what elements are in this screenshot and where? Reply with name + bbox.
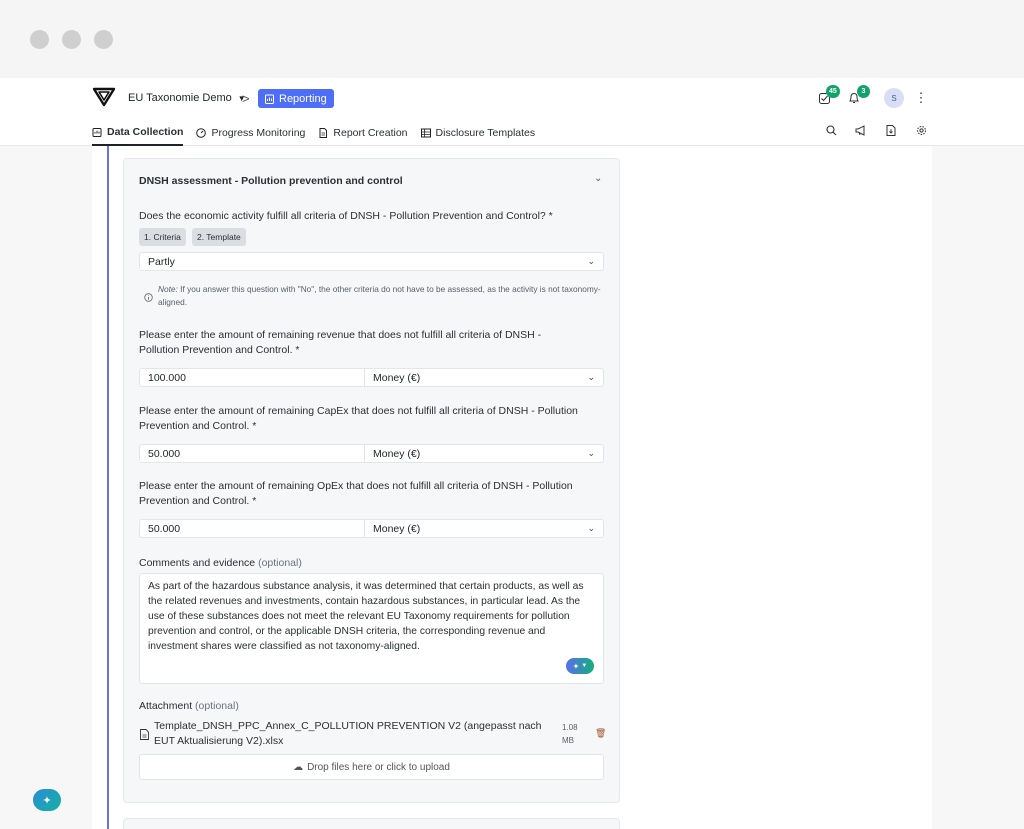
- input-value: 50.000: [148, 522, 181, 535]
- sparkle-icon: ✦: [572, 661, 580, 671]
- comments-label-text: Comments and evidence: [139, 557, 256, 569]
- dnsh-assessment-card: DNSH assessment - Pollution prevention a…: [123, 158, 620, 803]
- tab-label: Report Creation: [333, 127, 408, 139]
- chevron-down-icon: ⌄: [587, 523, 595, 533]
- notifications-button[interactable]: 3: [848, 85, 870, 104]
- search-button[interactable]: [826, 125, 837, 136]
- attachment-file-link[interactable]: Template_DNSH_PPC_Annex_C_POLLUTION PREV…: [154, 719, 544, 749]
- question-revenue: Please enter the amount of remaining rev…: [139, 329, 542, 356]
- note-label: Note:: [158, 284, 178, 294]
- optional-hint: (optional): [258, 557, 302, 569]
- tab-label: Progress Monitoring: [211, 127, 306, 139]
- question-capex: Please enter the amount of remaining Cap…: [139, 405, 578, 432]
- input-value: 100.000: [148, 371, 186, 384]
- reporting-module-button[interactable]: Reporting: [258, 89, 334, 108]
- tab-label: Disclosure Templates: [435, 127, 536, 139]
- org-switcher[interactable]: EU Taxonomie Demo ▼: [128, 92, 246, 104]
- file-dropzone[interactable]: ☁ Drop files here or click to upload: [139, 754, 604, 780]
- logo-icon[interactable]: [92, 87, 116, 107]
- template-chip[interactable]: 2. Template: [192, 228, 246, 246]
- optional-hint: (optional): [195, 700, 239, 712]
- attachment-label: Attachment (optional): [139, 699, 239, 714]
- chevron-down-icon: ⌄: [587, 256, 595, 266]
- tab-label: Data Collection: [107, 126, 184, 138]
- unit-value: Money (€): [373, 371, 421, 384]
- unit-value: Money (€): [373, 522, 421, 535]
- announcements-button[interactable]: [855, 125, 867, 136]
- comments-textarea[interactable]: As part of the hazardous substance analy…: [139, 573, 604, 684]
- revenue-unit-select[interactable]: Money (€) ⌄: [364, 368, 604, 387]
- comments-text: As part of the hazardous substance analy…: [148, 581, 584, 652]
- tab-progress-monitoring[interactable]: Progress Monitoring: [196, 124, 305, 146]
- gear-icon: [917, 126, 926, 135]
- criteria-chip[interactable]: 1. Criteria: [139, 228, 186, 246]
- report-icon: [265, 94, 274, 104]
- org-name: EU Taxonomie Demo: [128, 92, 232, 104]
- main-nav: Data Collection Progress Monitoring Repo…: [92, 124, 548, 146]
- avatar[interactable]: S: [884, 88, 904, 108]
- opex-unit-select[interactable]: Money (€) ⌄: [364, 519, 604, 538]
- trash-icon[interactable]: 🗑: [595, 728, 606, 739]
- document-icon: [319, 128, 328, 138]
- window-minimize-button[interactable]: [62, 30, 81, 49]
- top-bar: EU Taxonomie Demo ▼ > Reporting 45 3 S ⋮…: [0, 78, 1024, 146]
- gauge-icon: [196, 128, 207, 138]
- note-body: If you answer this question with "No", t…: [158, 284, 601, 307]
- more-vertical-icon[interactable]: ⋮: [915, 90, 928, 105]
- selected-value: Partly: [148, 255, 175, 268]
- note-text: Note: If you answer this question with "…: [158, 283, 603, 309]
- cloud-upload-icon: ☁: [293, 761, 304, 773]
- tasks-badge: 45: [826, 85, 840, 98]
- app-root: EU Taxonomie Demo ▼ > Reporting 45 3 S ⋮…: [0, 78, 1024, 829]
- sparkle-icon: ✦: [42, 794, 52, 807]
- next-section-card: [123, 818, 620, 829]
- comments-label: Comments and evidence (optional): [139, 556, 302, 571]
- window-maximize-button[interactable]: [94, 30, 113, 49]
- chevron-down-icon: ⌄: [587, 448, 595, 458]
- unit-value: Money (€): [373, 447, 421, 460]
- file-icon: [140, 727, 149, 745]
- tab-report-creation[interactable]: Report Creation: [318, 124, 408, 146]
- tasks-button[interactable]: 45: [818, 85, 840, 104]
- ai-assistant-button[interactable]: ✦: [33, 789, 61, 811]
- search-icon: [826, 125, 837, 136]
- info-icon: [144, 289, 153, 307]
- tab-disclosure-templates[interactable]: Disclosure Templates: [420, 124, 536, 146]
- card-title: DNSH assessment - Pollution prevention a…: [139, 175, 403, 187]
- file-size: 1.08 MB: [562, 723, 578, 745]
- chevron-down-icon[interactable]: ⌄: [594, 173, 602, 184]
- megaphone-icon: [855, 125, 865, 136]
- attachment-label-text: Attachment: [139, 700, 193, 712]
- window-titlebar: [0, 0, 1024, 78]
- capex-unit-select[interactable]: Money (€) ⌄: [364, 444, 604, 463]
- capex-amount-input[interactable]: 50.000: [139, 444, 365, 463]
- chevron-right-icon: >: [242, 91, 250, 106]
- settings-button[interactable]: [916, 125, 927, 136]
- window-close-button[interactable]: [30, 30, 49, 49]
- export-button[interactable]: [886, 125, 896, 136]
- question-dnsh-fulfill: Does the economic activity fulfill all c…: [139, 210, 553, 222]
- file-download-icon: [886, 125, 896, 136]
- tab-data-collection[interactable]: Data Collection: [92, 124, 184, 146]
- opex-amount-input[interactable]: 50.000: [139, 519, 365, 538]
- dropzone-text: Drop files here or click to upload: [307, 761, 450, 773]
- caret-down-icon: ▼: [581, 662, 588, 669]
- section-indicator-line: [107, 146, 109, 829]
- notifications-badge: 3: [857, 85, 870, 98]
- revenue-amount-input[interactable]: 100.000: [139, 368, 365, 387]
- question-opex: Please enter the amount of remaining OpE…: [139, 480, 573, 507]
- table-icon: [420, 128, 431, 138]
- chevron-down-icon: ⌄: [587, 372, 595, 382]
- input-value: 50.000: [148, 447, 181, 460]
- fulfill-answer-select[interactable]: Partly ⌄: [139, 252, 604, 271]
- reporting-label: Reporting: [279, 92, 327, 105]
- ai-assist-button[interactable]: ✦ ▼: [566, 658, 594, 674]
- clipboard-icon: [92, 128, 102, 137]
